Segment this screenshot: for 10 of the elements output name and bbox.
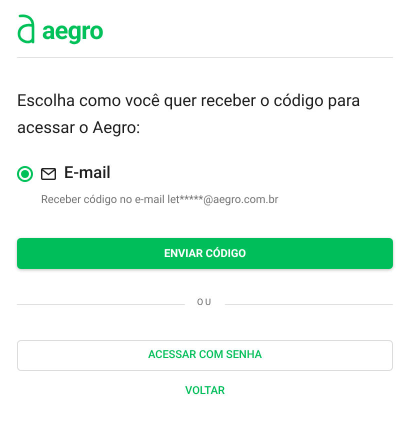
password-login-button[interactable]: ACESSAR COM SENHA bbox=[17, 340, 393, 371]
back-link[interactable]: VOLTAR bbox=[185, 382, 225, 400]
envelope-icon bbox=[41, 168, 56, 180]
brand-name: aegro bbox=[42, 18, 103, 44]
radio-button[interactable] bbox=[17, 166, 33, 182]
option-label: E-mail bbox=[64, 163, 111, 185]
separator-label: OU bbox=[196, 297, 214, 310]
option-description: Receber código no e-mail let*****@aegro.com.br bbox=[41, 192, 280, 208]
send-code-button[interactable]: ENVIAR CÓDIGO bbox=[17, 238, 393, 270]
heading: Escolha como você quer receber o código para acessar o Aegro: bbox=[17, 91, 362, 140]
